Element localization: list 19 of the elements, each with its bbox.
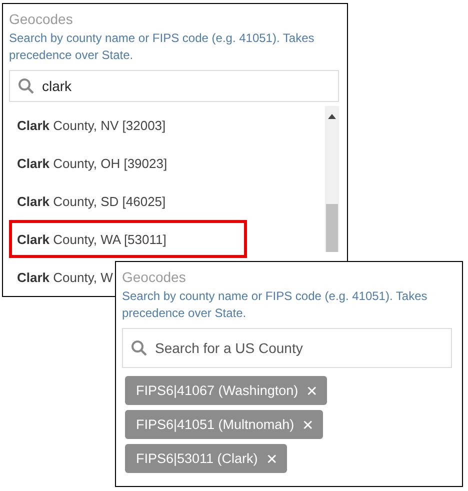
- tag-label: FIPS6|41051 (Multnomah): [136, 417, 294, 432]
- result-item[interactable]: Clark County, WA [53011]: [9, 220, 248, 258]
- search-box[interactable]: Search for a US County: [122, 328, 452, 368]
- scroll-up-icon[interactable]: [328, 114, 336, 119]
- scrollbar[interactable]: [325, 106, 339, 252]
- tag-label: FIPS6|41067 (Washington): [136, 383, 298, 398]
- field-title: Geocodes: [122, 268, 187, 286]
- help-text: Search by county name or FIPS code (e.g. 41051). Takes precedence over State.: [122, 288, 428, 322]
- help-text: Search by county name or FIPS code (e.g. 41051). Takes precedence over State.: [9, 30, 316, 64]
- field-title: Geocodes: [9, 10, 74, 28]
- search-box[interactable]: clark: [9, 70, 339, 102]
- tag-label: FIPS6|53011 (Clark): [136, 451, 258, 466]
- scrollbar-thumb[interactable]: [326, 204, 338, 252]
- search-icon: [18, 78, 34, 94]
- search-icon: [131, 340, 147, 356]
- result-item[interactable]: Clark County, SD [46025]: [9, 182, 166, 220]
- result-item[interactable]: Clark County, NV [32003]: [9, 106, 166, 144]
- result-item[interactable]: Clark County, W: [9, 258, 113, 296]
- result-item[interactable]: Clark County, OH [39023]: [9, 144, 168, 182]
